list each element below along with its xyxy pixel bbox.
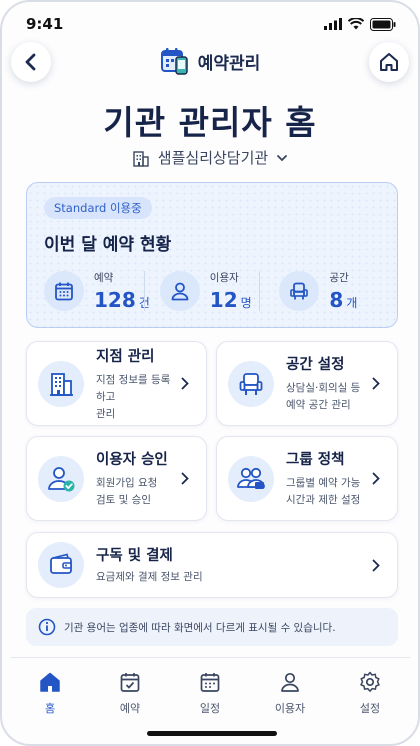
users-group-icon: [228, 455, 274, 502]
home-indicator: [147, 731, 277, 736]
subscription-billing-card[interactable]: 구독 및 결제 요금제와 결제 정보 관리: [26, 532, 398, 598]
status-icons: [324, 17, 396, 31]
chevron-right-icon: [178, 377, 192, 390]
card-title: 구독 및 결제: [96, 548, 173, 564]
card-desc: 관리: [96, 407, 116, 420]
card-title: 그룹 정책: [286, 452, 345, 468]
stat-unit: 개: [346, 296, 358, 310]
gear-icon: [360, 671, 380, 692]
nav-label: 이용자: [274, 702, 306, 715]
chevron-right-icon: [178, 472, 192, 485]
card-desc: 회원가입 요청: [96, 477, 158, 489]
nav-label: 일정: [199, 702, 221, 715]
page-title: 기관 관리자 홈: [103, 103, 317, 142]
home-icon: [40, 672, 60, 692]
nav-home[interactable]: 홈: [10, 658, 90, 727]
stat-unit: 명: [240, 296, 252, 310]
calendar-check-icon: [120, 673, 140, 692]
stat-users: 이용자 12 명: [143, 267, 266, 315]
card-title: 공간 설정: [286, 357, 345, 373]
stat-spaces: 공간 8개: [259, 267, 385, 315]
chevron-right-icon: [369, 559, 383, 572]
info-icon: [38, 618, 56, 636]
card-desc: 검토 및 승인: [96, 494, 151, 506]
battery-icon: [370, 17, 396, 31]
signal-icon: [324, 18, 342, 30]
summary-stats: 예약 128 건 이용자 12 명 공간 8개: [44, 267, 385, 315]
calendar-phone-logo-icon: [160, 48, 188, 75]
user-icon: [159, 271, 200, 311]
card-desc: 상담실·회의실 등: [286, 382, 361, 394]
card-title: 이용자 승인: [96, 452, 168, 468]
user-approval-card[interactable]: 이용자 승인 회원가입 요청검토 및 승인: [26, 436, 207, 521]
stat-reservations: 예약 128 건: [44, 267, 150, 315]
stat-value: 8: [329, 288, 344, 312]
home-button[interactable]: [369, 42, 409, 82]
nav-label: 홈: [44, 702, 56, 715]
card-desc: 예약 공간 관리: [286, 399, 351, 411]
branch-management-card[interactable]: 지점 관리 지점 정보를 등록하고관리: [26, 341, 207, 426]
summary-title: 이번 달 예약 현황: [44, 235, 172, 255]
building-icon: [133, 150, 149, 167]
status-bar: 9:41: [26, 14, 396, 34]
building-icon: [38, 360, 84, 407]
card-title: 지점 관리: [96, 348, 155, 365]
notice-text: 기관 용어는 업종에 따라 화면에서 다르게 표시될 수 있습니다.: [64, 621, 336, 634]
stat-value: 128: [94, 288, 136, 312]
home-icon: [380, 53, 398, 71]
organization-name: 샘플심리상담기관: [157, 149, 269, 167]
chevron-right-icon: [369, 377, 383, 390]
monthly-summary-card: Standard 이용중 이번 달 예약 현황 예약 128 건 이용자 12 명: [26, 182, 398, 328]
space-settings-card[interactable]: 공간 설정 상담실·회의실 등예약 공간 관리: [216, 341, 398, 426]
nav-reservation[interactable]: 예약: [90, 658, 170, 727]
chevron-down-icon: [277, 154, 288, 161]
calendar-icon: [200, 673, 220, 692]
card-desc: 요금제와 결제 정보 관리: [96, 571, 203, 583]
plan-badge: Standard 이용중: [44, 197, 152, 219]
card-desc: 그룹별 예약 가능: [286, 477, 361, 489]
nav-schedule[interactable]: 일정: [170, 658, 250, 727]
calendar-icon: [44, 271, 84, 311]
brand-name: 예약관리: [197, 53, 261, 74]
status-time: 9:41: [26, 15, 64, 33]
wifi-icon: [348, 18, 364, 30]
phone-screen: 9:41 예약관리 기관 관리자 홈 샘플심리상담기관 Standard 이용중…: [0, 0, 420, 746]
user-check-icon: [38, 455, 84, 502]
nav-label: 예약: [119, 702, 141, 715]
chevron-right-icon: [369, 472, 383, 485]
group-policy-card[interactable]: 그룹 정책 그룹별 예약 가능시간과 제한 설정: [216, 436, 398, 521]
terminology-notice: 기관 용어는 업종에 따라 화면에서 다르게 표시될 수 있습니다.: [26, 608, 398, 646]
chair-icon: [279, 271, 320, 311]
organization-selector[interactable]: 샘플심리상담기관: [2, 147, 418, 168]
card-desc: 시간과 제한 설정: [286, 494, 361, 506]
wallet-icon: [38, 542, 84, 588]
brand-logo: 예약관리: [2, 46, 418, 76]
stat-label: 공간: [329, 272, 349, 284]
card-desc: 지점 정보를 등록하고: [96, 373, 171, 403]
bottom-navigation: 홈 예약 일정 이용자 설정: [10, 657, 410, 727]
chair-icon: [228, 360, 274, 407]
user-icon: [281, 672, 299, 692]
stat-label: 예약: [94, 272, 114, 284]
stat-value: 12: [209, 288, 238, 312]
stat-label: 이용자: [209, 272, 239, 284]
nav-label: 설정: [359, 702, 381, 715]
nav-settings[interactable]: 설정: [330, 658, 410, 727]
nav-users[interactable]: 이용자: [250, 658, 330, 727]
